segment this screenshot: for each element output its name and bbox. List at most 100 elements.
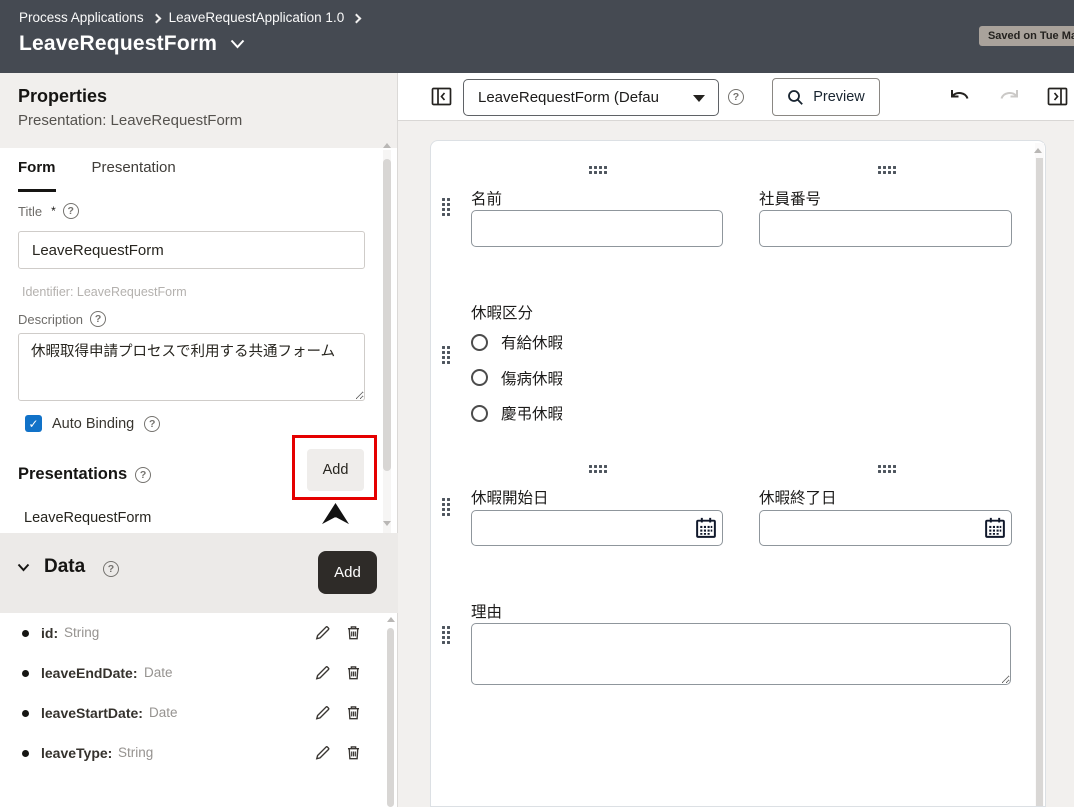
scrollbar-down-icon[interactable] [383,521,391,526]
drag-handle-icon[interactable] [589,465,592,468]
properties-panel: Properties Presentation: LeaveRequestFor… [0,73,398,807]
drag-handle-icon[interactable] [589,166,592,169]
row-drag-handle-icon[interactable] [442,498,445,501]
edit-pencil-icon[interactable] [314,704,331,721]
reason-textarea[interactable] [471,623,1011,685]
description-field-label: Description ? [18,311,106,327]
help-icon[interactable]: ? [63,203,79,219]
tab-presentation[interactable]: Presentation [92,159,176,192]
presentation-select[interactable]: LeaveRequestForm (Defau [463,79,719,116]
row-drag-handle-icon[interactable] [442,198,445,201]
bullet-icon [22,670,29,677]
help-icon[interactable]: ? [135,467,151,483]
add-data-button[interactable]: Add [318,551,377,594]
calendar-icon[interactable] [983,516,1007,540]
description-textarea[interactable]: 休暇取得申請プロセスで利用する共通フォーム [18,333,365,401]
help-icon[interactable]: ? [90,311,106,327]
radio-circle-icon[interactable] [471,334,488,351]
presentation-list-item[interactable]: LeaveRequestForm [24,510,151,526]
row-drag-handle-icon[interactable] [442,346,445,349]
scrollbar-thumb[interactable] [387,628,394,807]
presentations-heading: Presentations ? [18,465,151,484]
radio-option[interactable]: 有給休暇 [471,331,563,353]
app-window: Process Applications LeaveRequestApplica… [0,0,1074,807]
required-marker: * [51,204,56,218]
name-input[interactable] [471,210,723,247]
delete-trash-icon[interactable] [345,744,362,761]
breadcrumb-process-applications[interactable]: Process Applications [19,10,144,25]
chevron-right-icon [151,13,161,23]
bullet-icon [22,710,29,717]
data-field-name: leaveStartDate [41,705,143,721]
data-field-row[interactable]: leaveEndDate Date [0,653,390,693]
help-icon[interactable]: ? [728,89,744,105]
scrollbar-up-icon[interactable] [387,617,395,622]
bullet-icon [22,630,29,637]
delete-trash-icon[interactable] [345,704,362,721]
form-canvas: 名前 社員番号 休暇区分 有給休暇 傷病休暇 [398,121,1074,807]
radio-option[interactable]: 傷病休暇 [471,367,563,389]
radio-circle-icon[interactable] [471,405,488,422]
mouse-cursor [322,503,349,527]
save-status-badge: Saved on Tue Ma [979,26,1074,46]
properties-panel-header: Properties Presentation: LeaveRequestFor… [0,73,397,148]
expand-right-panel-icon[interactable] [1047,86,1068,110]
data-field-row[interactable]: id String [0,613,390,653]
auto-binding-checkbox[interactable]: ✓ [25,415,42,432]
top-header: Process Applications LeaveRequestApplica… [0,0,1074,73]
drag-handle-icon[interactable] [878,166,881,169]
row-drag-handle-icon[interactable] [442,626,445,629]
collapse-left-panel-icon[interactable] [431,86,452,110]
form-card: 名前 社員番号 休暇区分 有給休暇 傷病休暇 [430,140,1046,807]
undo-icon[interactable] [948,86,971,109]
edit-pencil-icon[interactable] [314,744,331,761]
chevron-down-icon[interactable] [230,39,245,49]
scrollbar-up-icon[interactable] [383,143,391,148]
scrollbar-thumb[interactable] [383,159,391,471]
canvas-toolbar: LeaveRequestForm (Defau ? Preview [398,73,1074,121]
redo-icon[interactable] [998,86,1021,109]
data-section-header: Data ? Add [0,533,398,613]
delete-trash-icon[interactable] [345,664,362,681]
search-icon [787,89,804,106]
breadcrumb: Process Applications LeaveRequestApplica… [19,10,360,25]
identifier-text: Identifier: LeaveRequestForm [22,285,187,299]
add-presentation-button[interactable]: Add [307,449,364,491]
employee-number-input[interactable] [759,210,1012,247]
chevron-right-icon [352,13,362,23]
end-date-label: 休暇終了日 [759,486,837,508]
data-field-name: leaveEndDate [41,665,138,681]
scrollbar-thumb[interactable] [1036,158,1043,806]
data-field-row[interactable]: leaveStartDate Date [0,693,390,733]
properties-tabs: Form Presentation [18,159,176,192]
edit-pencil-icon[interactable] [314,624,331,641]
chevron-down-icon[interactable] [17,563,30,572]
data-field-row-partial[interactable] [0,800,390,807]
bullet-icon [22,750,29,757]
data-heading: Data [44,556,85,578]
calendar-icon[interactable] [694,516,718,540]
data-field-name: leaveType [41,745,112,761]
radio-circle-icon[interactable] [471,369,488,386]
preview-button[interactable]: Preview [772,78,880,116]
scrollbar-up-icon[interactable] [1034,148,1042,153]
tab-form[interactable]: Form [18,159,56,192]
breadcrumb-application[interactable]: LeaveRequestApplication 1.0 [169,10,345,25]
preview-button-label: Preview [813,89,865,105]
title-input[interactable] [18,231,365,269]
edit-pencil-icon[interactable] [314,664,331,681]
help-icon[interactable]: ? [103,561,119,577]
name-field-label: 名前 [471,187,502,209]
help-icon[interactable]: ? [144,416,160,432]
employee-number-field-label: 社員番号 [759,187,821,209]
radio-option-label: 有給休暇 [501,331,563,353]
radio-option[interactable]: 慶弔休暇 [471,402,563,424]
delete-trash-icon[interactable] [345,624,362,641]
start-date-input[interactable] [471,510,723,546]
data-field-row[interactable]: leaveType String [0,733,390,773]
dropdown-caret-icon [693,95,705,102]
leave-type-label: 休暇区分 [471,301,533,323]
data-field-type: String [64,625,99,640]
drag-handle-icon[interactable] [878,465,881,468]
end-date-input[interactable] [759,510,1012,546]
